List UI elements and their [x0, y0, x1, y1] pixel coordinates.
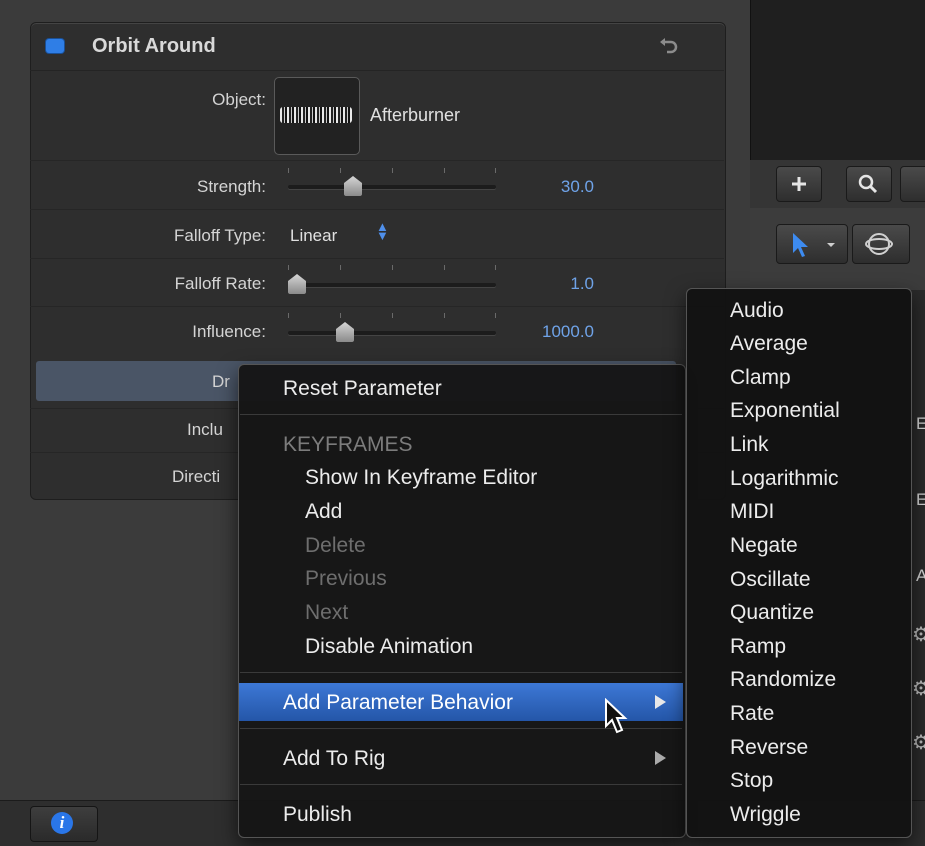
direction-label: Directi [172, 467, 221, 486]
menu-item-add-to-rig[interactable]: Add To Rig [283, 747, 385, 771]
strength-slider-ticks [288, 168, 496, 174]
falloff-type-popup[interactable]: Linear [290, 226, 337, 246]
submenu-item-audio[interactable]: Audio [730, 299, 784, 323]
menu-separator [240, 672, 682, 673]
3d-transform-button[interactable] [852, 224, 910, 264]
mouse-cursor-icon [605, 698, 628, 734]
add-button[interactable] [776, 166, 822, 202]
submenu-item-oscillate[interactable]: Oscillate [730, 568, 811, 592]
submenu-arrow-icon [655, 695, 666, 709]
magnifier-icon [858, 174, 878, 194]
influence-slider-ticks [288, 313, 496, 319]
plus-icon [792, 177, 806, 191]
submenu-item-negate[interactable]: Negate [730, 534, 798, 558]
menu-item-previous: Previous [305, 567, 387, 590]
submenu-item-clamp[interactable]: Clamp [730, 366, 791, 390]
submenu-item-average[interactable]: Average [730, 332, 808, 356]
row-divider [30, 209, 724, 210]
falloff-rate-value[interactable]: 1.0 [474, 274, 594, 294]
list-item-partial: A [916, 566, 925, 585]
undo-icon[interactable] [658, 36, 678, 56]
behavior-enable-checkbox[interactable] [46, 39, 64, 53]
canvas-preview-area [750, 0, 925, 160]
gear-icon[interactable]: ⚙ [912, 730, 925, 755]
object-thumbnail [280, 107, 352, 123]
submenu-item-quantize[interactable]: Quantize [730, 601, 814, 625]
submenu-item-rate[interactable]: Rate [730, 702, 774, 726]
select-arrow-icon [793, 233, 835, 257]
tool-toolbar [750, 208, 925, 290]
info-icon: i [51, 812, 73, 834]
library-toolbar [750, 160, 925, 209]
object-name: Afterburner [370, 105, 461, 125]
menu-item-add-parameter-behavior[interactable]: Add Parameter Behavior [283, 691, 513, 715]
submenu-item-exponential[interactable]: Exponential [730, 399, 840, 423]
submenu-item-reverse[interactable]: Reverse [730, 736, 808, 760]
menu-item-delete: Delete [305, 534, 366, 557]
influence-label: Influence: [192, 322, 266, 341]
influence-slider[interactable] [288, 331, 496, 335]
behavior-title: Orbit Around [92, 35, 216, 57]
menu-item-disable-animation[interactable]: Disable Animation [305, 635, 473, 659]
drag-label: Dr [212, 372, 230, 391]
gear-icon[interactable]: ⚙ [912, 676, 925, 701]
row-divider [30, 306, 724, 307]
menu-item-publish[interactable]: Publish [283, 803, 352, 827]
preview-button[interactable] [900, 166, 925, 202]
row-divider [30, 258, 724, 259]
menu-item-next: Next [305, 601, 349, 624]
falloff-rate-label: Falloff Rate: [174, 274, 266, 293]
gear-icon[interactable]: ⚙ [912, 622, 925, 647]
falloff-type-label: Falloff Type: [174, 226, 266, 245]
submenu-item-midi[interactable]: MIDI [730, 500, 774, 524]
menu-item-show-in-keyframe-editor[interactable]: Show In Keyframe Editor [305, 466, 537, 490]
include-label: Inclu [187, 420, 223, 439]
influence-value[interactable]: 1000.0 [474, 322, 594, 342]
row-divider [30, 160, 724, 161]
strength-value[interactable]: 30.0 [474, 177, 594, 197]
menu-item-reset-parameter[interactable]: Reset Parameter [283, 377, 442, 401]
falloff-rate-slider[interactable] [288, 283, 496, 287]
menu-header-keyframes: KEYFRAMES [283, 433, 413, 456]
popup-stepper-icon[interactable]: ▲ ▼ [376, 220, 389, 242]
submenu-arrow-icon [655, 751, 666, 765]
select-tool-button[interactable] [776, 224, 848, 264]
submenu-item-randomize[interactable]: Randomize [730, 668, 836, 692]
object-label: Object: [212, 90, 266, 109]
submenu-item-ramp[interactable]: Ramp [730, 635, 786, 659]
falloff-rate-slider-ticks [288, 265, 496, 271]
list-item-partial: E [916, 414, 925, 433]
submenu-item-wriggle[interactable]: Wriggle [730, 803, 801, 827]
strength-slider[interactable] [288, 185, 496, 189]
menu-separator [240, 784, 682, 785]
menu-separator [240, 414, 682, 415]
search-button[interactable] [846, 166, 892, 202]
strength-label: Strength: [197, 177, 266, 196]
list-item-partial: E [916, 490, 925, 509]
submenu-item-logarithmic[interactable]: Logarithmic [730, 467, 839, 491]
orbit-3d-icon [865, 233, 893, 255]
submenu-item-link[interactable]: Link [730, 433, 769, 457]
submenu-item-stop[interactable]: Stop [730, 769, 773, 793]
menu-item-add[interactable]: Add [305, 500, 342, 524]
